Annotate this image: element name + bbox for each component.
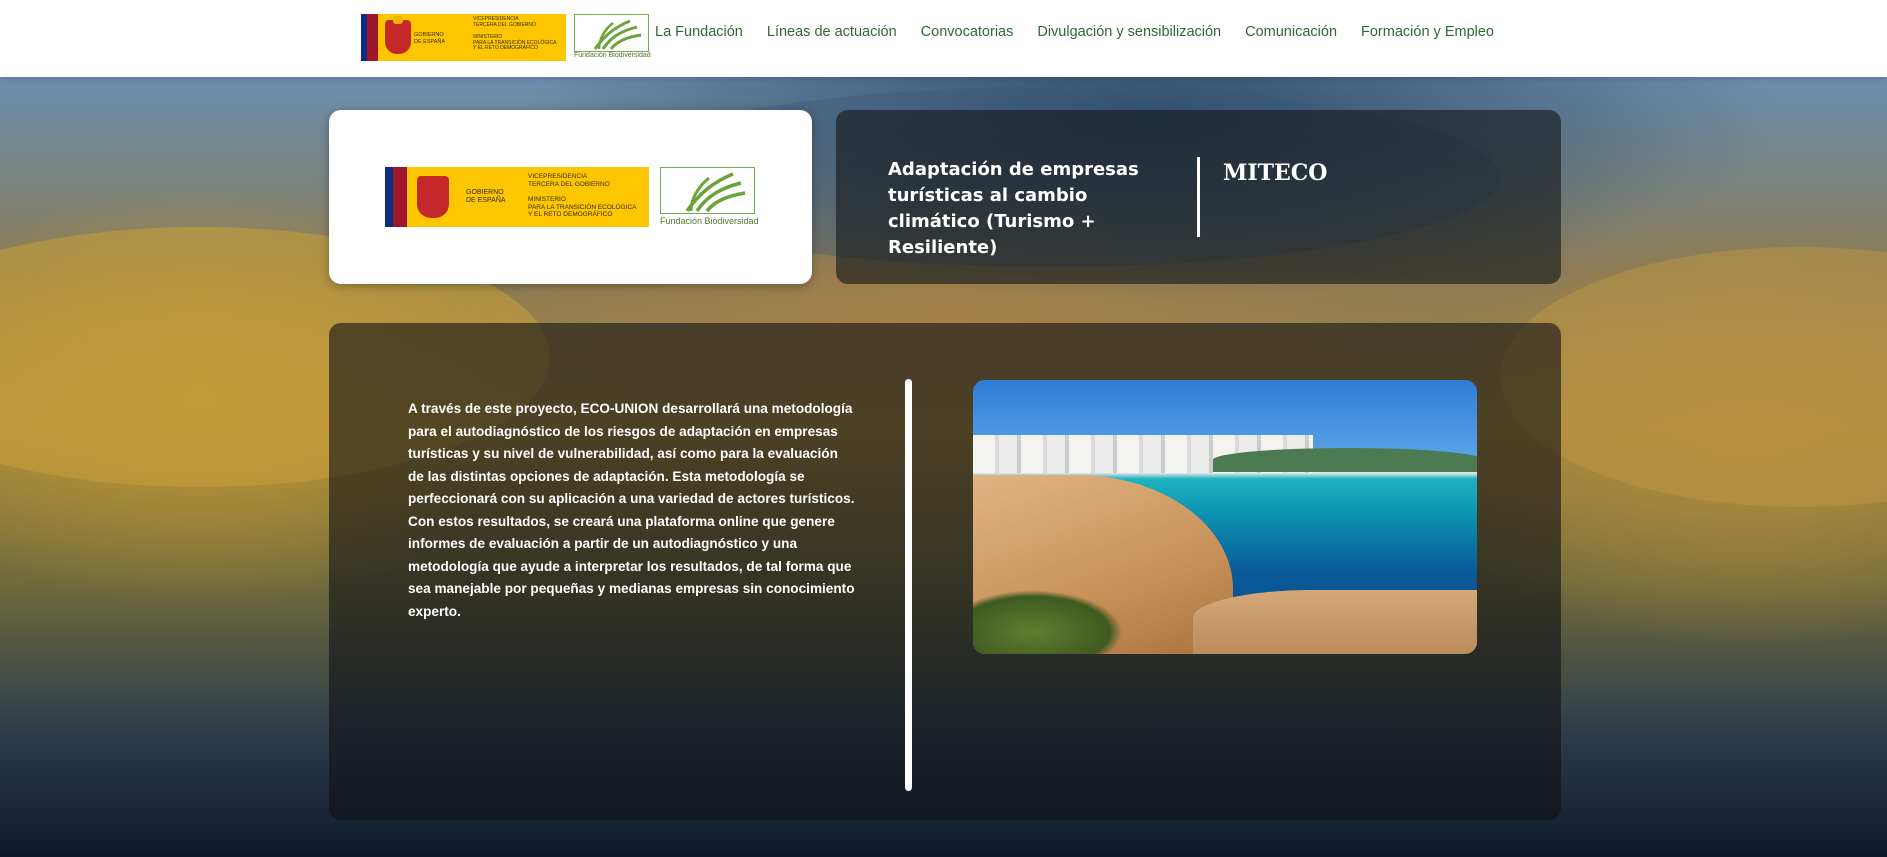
description-text: desarrollará una metodología para el aut…	[408, 401, 855, 619]
divider	[905, 379, 912, 791]
fundacion-biodiversidad-logo[interactable]: Fundación Biodiversidad	[574, 14, 651, 62]
nav-item-lineas-de-actuacion[interactable]: Líneas de actuación	[767, 24, 897, 44]
beach-photo	[973, 380, 1477, 654]
flag-icon	[385, 167, 407, 227]
project-title: Adaptación de empresas turísticas al cam…	[888, 159, 1139, 258]
divider	[1197, 157, 1200, 237]
grass-icon	[574, 14, 649, 52]
gov-text: GOBIERNO DE ESPAÑA	[414, 32, 446, 45]
government-logo-large: GOBIERNO DE ESPAÑA VICEPRESIDENCIA TERCERA…	[385, 167, 649, 227]
nav-item-la-fundacion[interactable]: La Fundación	[655, 24, 743, 44]
organization-highlight: ECO-UNION	[580, 401, 659, 416]
vegetation	[973, 590, 1123, 654]
flag-icon	[361, 14, 378, 61]
rocks	[1193, 590, 1477, 654]
coat-of-arms-icon	[385, 16, 411, 54]
nav-item-divulgacion[interactable]: Divulgación y sensibilización	[1037, 24, 1221, 44]
coat-of-arms-icon	[417, 176, 449, 218]
government-logo[interactable]: GOBIERNO DE ESPAÑA VICEPRESIDENCIA TERCERA…	[361, 14, 566, 61]
vp-text: VICEPRESIDENCIA TERCERA DEL GOBIERNO	[473, 16, 536, 28]
fb-logo-caption: Fundación Biodiversidad	[660, 216, 759, 226]
fundacion-biodiversidad-logo-large: Fundación Biodiversidad	[660, 167, 759, 229]
project-description: A través de este proyecto, ECO-UNION des…	[408, 398, 856, 623]
organization-name: MITECO	[1223, 160, 1328, 186]
site-header: GOBIERNO DE ESPAÑA VICEPRESIDENCIA TERCERA…	[0, 0, 1887, 77]
distant-hills	[1213, 448, 1477, 472]
ministry-text: MINISTERIO PARA LA TRANSICIÓN ECOLÓGICA Y …	[528, 196, 637, 218]
nav-item-comunicacion[interactable]: Comunicación	[1245, 24, 1337, 44]
fb-logo-caption: Fundación Biodiversidad	[574, 52, 651, 59]
description-text: A través de este proyecto,	[408, 401, 581, 416]
grass-icon	[660, 167, 755, 214]
project-title-card: Adaptación de empresas turísticas al cam…	[836, 110, 1561, 284]
ministry-text: MINISTERIO PARA LA TRANSICIÓN ECOLÓGICA Y …	[473, 34, 557, 51]
partner-logos-card: GOBIERNO DE ESPAÑA VICEPRESIDENCIA TERCERA…	[329, 110, 812, 284]
project-description-card: A través de este proyecto, ECO-UNION des…	[329, 323, 1561, 820]
gov-text: GOBIERNO DE ESPAÑA	[466, 189, 506, 204]
main-navigation: La Fundación Líneas de actuación Convoca…	[655, 24, 1494, 44]
vp-text: VICEPRESIDENCIA TERCERA DEL GOBIERNO	[528, 173, 610, 188]
nav-item-convocatorias[interactable]: Convocatorias	[921, 24, 1014, 44]
nav-item-formacion-y-empleo[interactable]: Formación y Empleo	[1361, 24, 1494, 44]
